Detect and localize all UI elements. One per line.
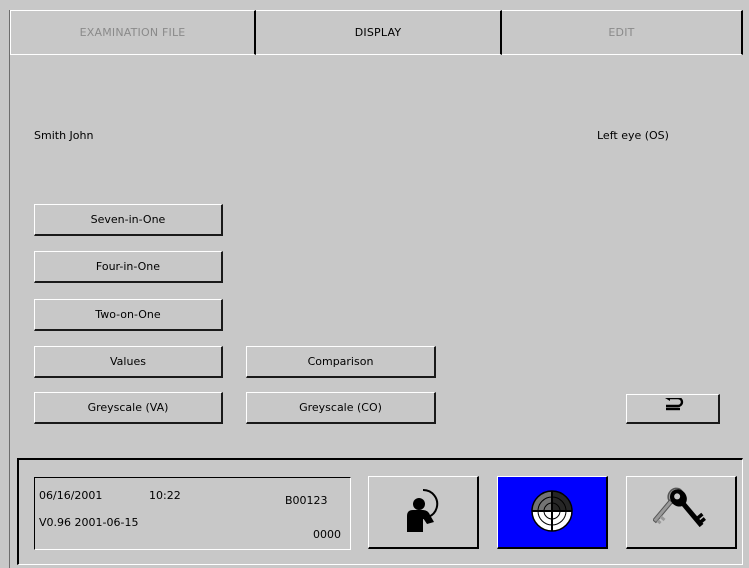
eye-label: Left eye (OS) [597,129,669,142]
app-window: EXAMINATION FILE DISPLAY EDIT Smith John… [0,0,749,568]
perimeter-button[interactable] [497,476,608,549]
tab-display[interactable]: DISPLAY [256,10,502,55]
four-in-one-button[interactable]: Four-in-One [34,251,223,283]
seven-in-one-button[interactable]: Seven-in-One [34,204,223,236]
keys-button[interactable] [626,476,737,549]
keys-icon [652,485,709,540]
values-button[interactable]: Values [34,346,223,378]
patient-button[interactable] [368,476,479,549]
two-on-one-button[interactable]: Two-on-One [34,299,223,331]
comparison-button[interactable]: Comparison [246,346,436,378]
exam-time: 10:22 [149,489,181,502]
greyscale-co-button[interactable]: Greyscale (CO) [246,392,436,424]
perimeter-icon [529,488,575,537]
tab-examination-file[interactable]: EXAMINATION FILE [10,10,256,55]
patient-name: Smith John [34,129,94,142]
back-button[interactable] [626,394,720,424]
tab-bar: EXAMINATION FILE DISPLAY EDIT [10,10,743,55]
exam-date: 06/16/2001 [39,489,103,502]
exam-counter: 0000 [313,528,341,541]
exam-info-box: 06/16/2001 10:22 B00123 V0.96 2001-06-15… [34,477,351,550]
patient-icon [401,486,445,539]
greyscale-va-button[interactable]: Greyscale (VA) [34,392,223,424]
tab-edit[interactable]: EDIT [502,10,743,55]
software-version: V0.96 2001-06-15 [39,516,139,529]
back-arrow-icon [662,395,684,419]
window-left-edge [9,10,10,568]
exam-code: B00123 [285,494,328,507]
